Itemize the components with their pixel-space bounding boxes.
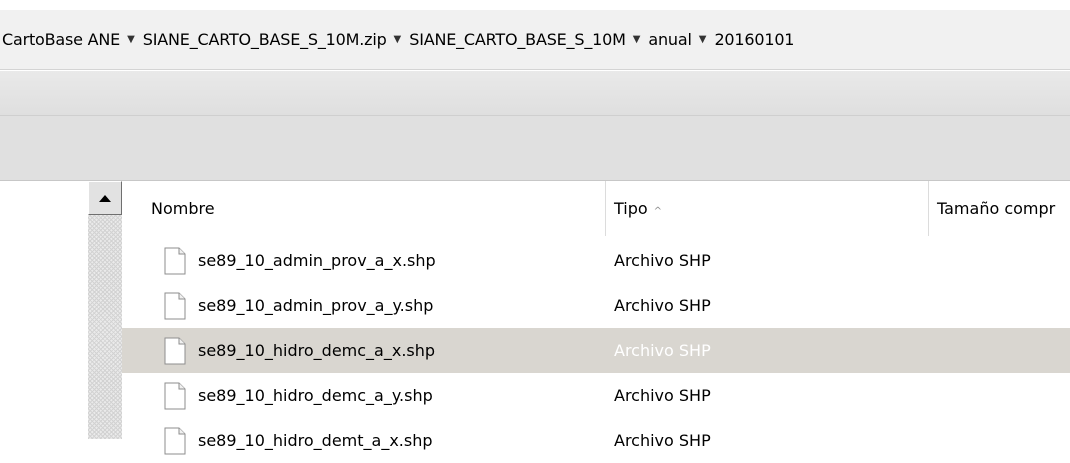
- file-name-cell[interactable]: se89_10_admin_prov_a_y.shp: [164, 283, 433, 328]
- file-type: Archivo SHP: [614, 431, 711, 450]
- chevron-down-icon[interactable]: ▼: [127, 34, 135, 45]
- column-header-name[interactable]: Nombre: [122, 181, 606, 236]
- breadcrumb-item-date[interactable]: 20160101: [714, 30, 794, 49]
- file-name: se89_10_hidro_demt_a_x.shp: [198, 431, 433, 450]
- file-icon: [164, 382, 186, 409]
- scroll-up-button[interactable]: [88, 181, 122, 215]
- table-row[interactable]: se89_10_hidro_demt_a_x.shp Archivo SHP: [122, 418, 1070, 463]
- table-row-selected[interactable]: se89_10_hidro_demc_a_x.shp Archivo SHP: [122, 328, 1070, 373]
- column-header-size[interactable]: Tamaño compr: [929, 181, 1070, 236]
- menu-bar: [0, 71, 1070, 116]
- file-type: Archivo SHP: [614, 296, 711, 315]
- file-icon: [164, 337, 186, 364]
- file-name-cell[interactable]: se89_10_hidro_demt_a_x.shp: [164, 418, 433, 463]
- table-row[interactable]: se89_10_admin_prov_a_y.shp Archivo SHP: [122, 283, 1070, 328]
- column-header-label: Nombre: [151, 199, 215, 218]
- file-icon: [164, 292, 186, 319]
- breadcrumb-item-anual[interactable]: anual ▼: [648, 30, 714, 49]
- breadcrumb-label: 20160101: [714, 30, 795, 49]
- column-header-type[interactable]: Tipo ^: [606, 181, 929, 236]
- chevron-down-icon[interactable]: ▼: [394, 34, 402, 45]
- breadcrumb-label: anual: [648, 30, 692, 49]
- file-name: se89_10_admin_prov_a_y.shp: [198, 296, 434, 315]
- breadcrumb-label: SIANE_CARTO_BASE_S_10M: [409, 30, 626, 49]
- breadcrumb-item-zip[interactable]: SIANE_CARTO_BASE_S_10M.zip ▼: [143, 30, 409, 49]
- breadcrumb-item-folder[interactable]: SIANE_CARTO_BASE_S_10M ▼: [409, 30, 648, 49]
- window-top-edge: [0, 0, 1070, 10]
- breadcrumb-label: SIANE_CARTO_BASE_S_10M.zip: [142, 30, 387, 49]
- file-type: Archivo SHP: [614, 251, 711, 270]
- column-header-label: Tipo: [614, 199, 648, 218]
- file-icon: [164, 427, 186, 454]
- file-name: se89_10_admin_prov_a_x.shp: [198, 251, 436, 270]
- toolbar: [0, 116, 1070, 181]
- chevron-down-icon[interactable]: ▼: [699, 34, 707, 45]
- sort-ascending-icon: ^: [653, 206, 663, 217]
- file-name-cell[interactable]: se89_10_admin_prov_a_x.shp: [164, 238, 436, 283]
- table-row[interactable]: se89_10_hidro_demc_a_y.shp Archivo SHP: [122, 373, 1070, 418]
- file-name-cell[interactable]: se89_10_hidro_demc_a_y.shp: [164, 373, 433, 418]
- arrow-up-icon: [99, 194, 111, 202]
- file-name: se89_10_hidro_demc_a_y.shp: [198, 386, 433, 405]
- column-header-row: Nombre Tipo ^ Tamaño compr: [122, 181, 1070, 236]
- file-type: Archivo SHP: [614, 386, 711, 405]
- file-type: Archivo SHP: [614, 341, 711, 360]
- chevron-down-icon[interactable]: ▼: [633, 34, 641, 45]
- column-header-label: Tamaño compr: [937, 199, 1056, 218]
- scrollbar-track[interactable]: [88, 181, 122, 439]
- table-row[interactable]: se89_10_admin_prov_a_x.shp Archivo SHP: [122, 238, 1070, 283]
- file-list[interactable]: Nombre Tipo ^ Tamaño compr se89_10_admin_…: [122, 181, 1070, 454]
- file-name-cell[interactable]: se89_10_hidro_demc_a_x.shp: [164, 328, 435, 373]
- breadcrumb[interactable]: CartoBase ANE ▼ SIANE_CARTO_BASE_S_10M.z…: [0, 10, 1070, 70]
- breadcrumb-item-cartobase[interactable]: CartoBase ANE ▼: [2, 30, 143, 49]
- breadcrumb-label: CartoBase ANE: [2, 30, 121, 49]
- file-icon: [164, 247, 186, 274]
- file-name: se89_10_hidro_demc_a_x.shp: [198, 341, 436, 360]
